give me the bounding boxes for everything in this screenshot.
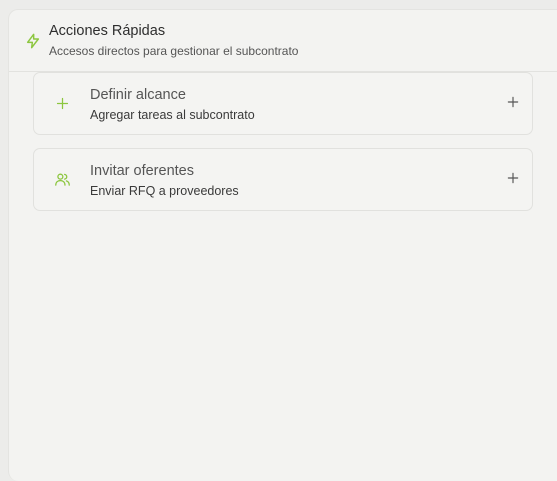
action-description: Enviar RFQ a proveedores [90, 184, 239, 198]
action-title: Invitar oferentes [90, 163, 194, 179]
define-scope-action[interactable]: Definir alcance Agregar tareas al subcon… [33, 72, 533, 135]
users-icon [55, 173, 70, 186]
panel-header: Acciones Rápidas Accesos directos para g… [9, 10, 557, 72]
lightning-icon [26, 33, 40, 49]
action-title: Definir alcance [90, 87, 186, 103]
plus-icon [56, 97, 69, 110]
panel-title: Acciones Rápidas [49, 23, 166, 39]
panel-subtitle: Accesos directos para gestionar el subco… [49, 44, 299, 58]
invite-bidders-action[interactable]: Invitar oferentes Enviar RFQ a proveedor… [33, 148, 533, 211]
plus-icon[interactable] [506, 171, 520, 185]
quick-actions-panel: Acciones Rápidas Accesos directos para g… [8, 9, 557, 481]
action-description: Agregar tareas al subcontrato [90, 108, 255, 122]
plus-icon[interactable] [506, 95, 520, 109]
